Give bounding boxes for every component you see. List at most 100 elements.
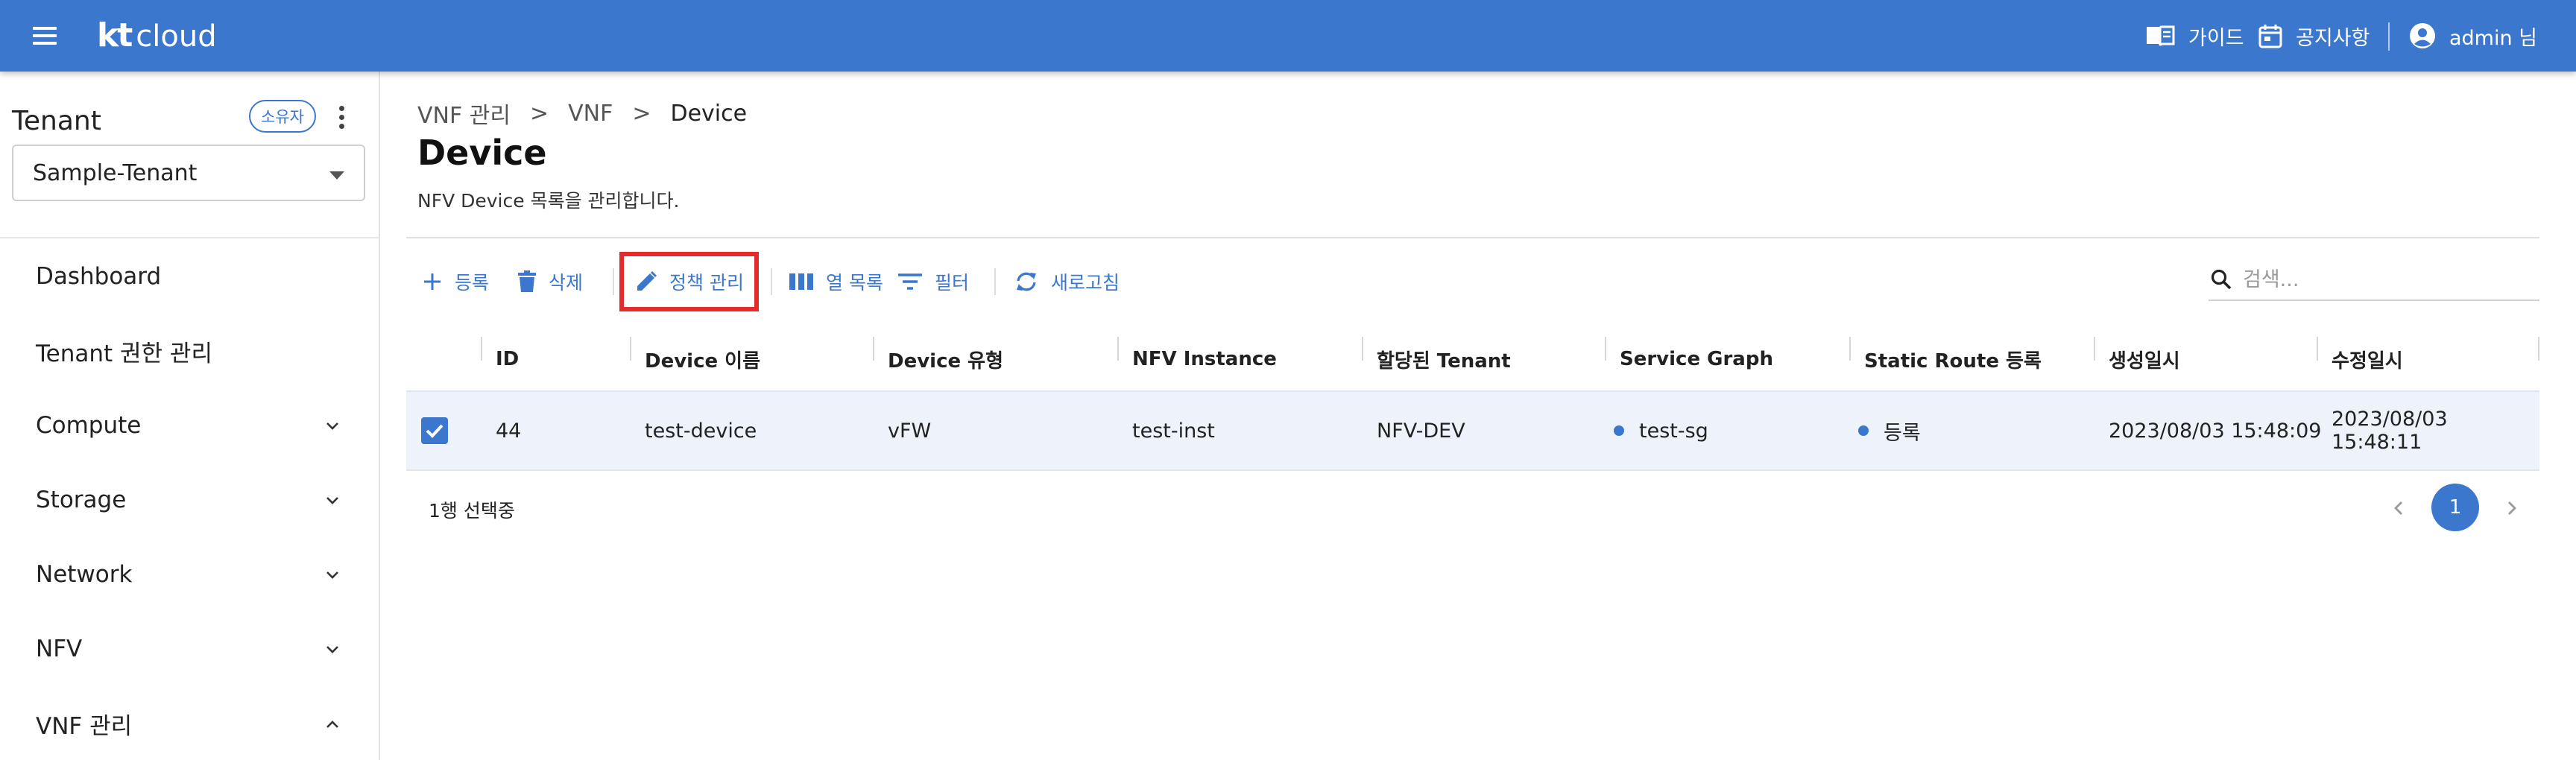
column-header-device-name[interactable]: Device 이름 xyxy=(645,328,760,390)
column-header-static-route[interactable]: Static Route 등록 xyxy=(1864,328,2042,390)
column-header-device-type[interactable]: Device 유형 xyxy=(888,328,1003,390)
sidebar-item-label: VNF 관리 xyxy=(36,712,133,740)
column-divider[interactable] xyxy=(1849,337,1851,361)
tenant-select-value: Sample-Tenant xyxy=(33,159,198,186)
page-description: NFV Device 목록을 관리합니다. xyxy=(417,190,680,212)
kt-cloud-logo[interactable]: kt cloud xyxy=(97,16,217,55)
sidebar-item-nfv[interactable]: NFV xyxy=(0,615,379,683)
calendar-icon xyxy=(2258,25,2282,48)
breadcrumb: VNF 관리 > VNF > Device xyxy=(417,97,747,130)
cell-id: 44 xyxy=(496,419,522,443)
sidebar-item-label: Dashboard xyxy=(36,263,162,290)
dropdown-arrow-icon xyxy=(329,171,344,180)
search-box xyxy=(2209,259,2539,301)
sidebar-item-label: Network xyxy=(36,561,133,588)
sidebar-item-compute[interactable]: Compute xyxy=(0,392,379,459)
guide-link[interactable]: 가이드 xyxy=(2145,19,2244,52)
column-divider[interactable] xyxy=(1117,337,1119,361)
sidebar-item-label: NFV xyxy=(36,636,83,662)
filter-button-label: 필터 xyxy=(935,272,970,294)
delete-button[interactable]: 삭제 xyxy=(517,262,583,301)
sidebar-item-vnf-management[interactable]: VNF 관리 xyxy=(0,690,379,757)
check-icon xyxy=(426,424,443,438)
column-header-modified[interactable]: 수정일시 xyxy=(2332,328,2403,390)
chevron-down-icon xyxy=(326,497,338,504)
column-header-tenant[interactable]: 할당된 Tenant xyxy=(1377,328,1511,390)
refresh-button-label: 새로고침 xyxy=(1051,272,1120,294)
breadcrumb-item-vnf[interactable]: VNF xyxy=(568,101,613,127)
search-input[interactable] xyxy=(2243,267,2511,291)
book-icon xyxy=(2147,25,2175,46)
account-circle-icon xyxy=(2410,23,2435,48)
cell-device-name: test-device xyxy=(645,419,757,443)
sidebar-item-network[interactable]: Network xyxy=(0,541,379,608)
hamburger-menu-icon[interactable] xyxy=(30,21,60,51)
top-app-bar: kt cloud 가이드 공지사항 admin 님 xyxy=(0,0,2576,72)
tenant-select[interactable]: Sample-Tenant xyxy=(12,145,365,201)
guide-label: 가이드 xyxy=(2188,26,2244,50)
column-header-nfv-instance[interactable]: NFV Instance xyxy=(1132,328,1277,390)
columns-button[interactable]: 열 목록 xyxy=(789,262,883,301)
column-divider[interactable] xyxy=(873,337,874,361)
cell-tenant: NFV-DEV xyxy=(1377,419,1465,443)
column-divider[interactable] xyxy=(2094,337,2095,361)
sidebar-item-tenant-permission[interactable]: Tenant 권한 관리 xyxy=(0,317,379,384)
toolbar-divider xyxy=(613,268,614,295)
plus-icon xyxy=(424,273,441,290)
cell-nfv-instance: test-inst xyxy=(1132,419,1215,443)
filter-button[interactable]: 필터 xyxy=(897,262,969,301)
cell-service-graph: test-sg xyxy=(1614,392,1708,469)
user-menu[interactable]: admin 님 xyxy=(2409,19,2537,52)
user-label: admin 님 xyxy=(2449,26,2538,50)
page-button-current[interactable]: 1 xyxy=(2431,484,2479,531)
more-vert-icon[interactable] xyxy=(332,104,350,131)
notice-label: 공지사항 xyxy=(2296,26,2370,50)
chevron-down-icon xyxy=(326,571,338,579)
column-header-service-graph[interactable]: Service Graph xyxy=(1620,328,1773,390)
column-divider[interactable] xyxy=(481,337,482,361)
topbar-divider xyxy=(2388,22,2390,51)
sidebar-item-dashboard[interactable]: Dashboard xyxy=(0,243,379,310)
notice-link[interactable]: 공지사항 xyxy=(2258,19,2370,52)
refresh-button[interactable]: 새로고침 xyxy=(1014,262,1120,301)
cell-static-route: 등록 xyxy=(1858,392,1921,469)
tenant-title: Tenant xyxy=(12,106,101,136)
column-header-created[interactable]: 생성일시 xyxy=(2109,328,2180,390)
toolbar-divider xyxy=(994,268,996,295)
delete-button-label: 삭제 xyxy=(549,272,584,294)
sidebar-divider xyxy=(0,237,379,238)
logo-kt-text: kt xyxy=(97,16,133,54)
row-checkbox[interactable] xyxy=(421,417,448,444)
search-icon xyxy=(2211,269,2232,290)
logo-cloud-text: cloud xyxy=(136,19,217,54)
page-title: Device xyxy=(417,133,547,173)
add-button-label: 등록 xyxy=(455,272,490,294)
sidebar: Tenant 소유자 Sample-Tenant Dashboard Tenan… xyxy=(0,72,380,760)
column-header-id[interactable]: ID xyxy=(496,328,519,390)
column-divider[interactable] xyxy=(630,337,631,361)
columns-button-label: 열 목록 xyxy=(826,272,883,294)
chevron-down-icon xyxy=(326,646,338,653)
column-divider[interactable] xyxy=(2538,337,2539,361)
sidebar-item-storage[interactable]: Storage xyxy=(0,466,379,533)
column-divider[interactable] xyxy=(1362,337,1363,361)
toolbar-divider xyxy=(771,268,772,295)
chevron-up-icon xyxy=(326,721,338,728)
cell-modified: 2023/08/03 15:48:11 xyxy=(2332,408,2448,454)
chevron-left-icon[interactable] xyxy=(2385,495,2412,522)
breadcrumb-item-device: Device xyxy=(670,100,748,127)
status-dot xyxy=(1614,425,1624,436)
breadcrumb-separator: > xyxy=(529,100,549,127)
breadcrumb-item-vnf-management[interactable]: VNF 관리 xyxy=(417,97,511,130)
content-divider xyxy=(406,237,2539,238)
column-divider[interactable] xyxy=(1605,337,1606,361)
status-dot xyxy=(1858,425,1869,436)
table-row[interactable]: 44 test-device vFW test-inst NFV-DEV tes… xyxy=(406,390,2539,471)
cell-device-type: vFW xyxy=(888,419,932,443)
sidebar-item-label: Compute xyxy=(36,412,142,439)
chevron-right-icon[interactable] xyxy=(2498,495,2525,522)
column-divider[interactable] xyxy=(2317,337,2318,361)
selection-count: 1행 선택중 xyxy=(429,500,515,522)
add-button[interactable]: 등록 xyxy=(422,262,489,301)
highlight-box xyxy=(619,252,759,311)
